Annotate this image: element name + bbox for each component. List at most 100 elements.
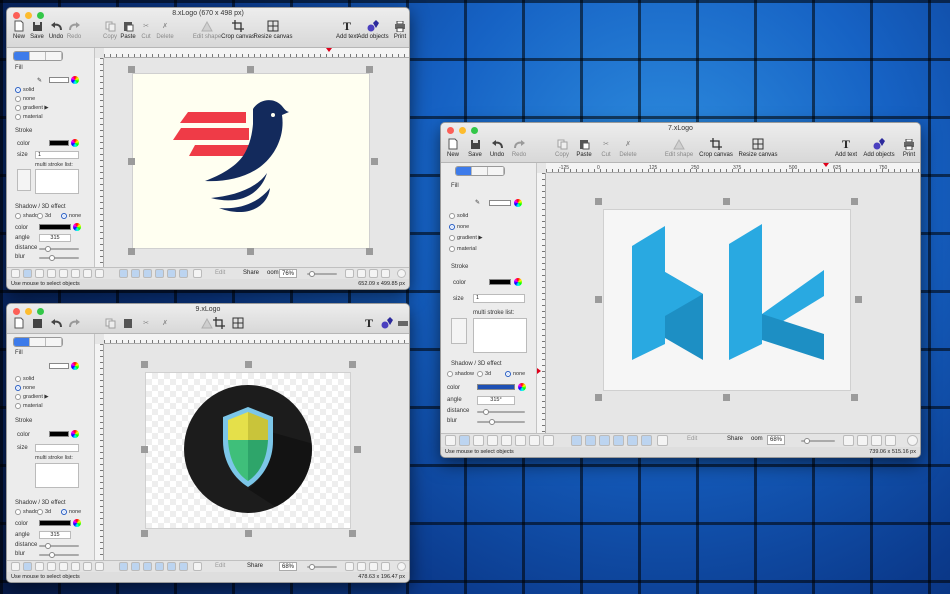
- zoom-in-icon[interactable]: [345, 562, 354, 571]
- zoom-slider[interactable]: [307, 271, 337, 277]
- resize-handle[interactable]: [851, 394, 858, 401]
- canvas-page[interactable]: [603, 209, 851, 391]
- flip-v-tool-icon[interactable]: [95, 562, 104, 571]
- panel-mode-toggle[interactable]: [455, 166, 505, 176]
- grid-tool-icon[interactable]: [487, 435, 498, 446]
- text-tool-icon[interactable]: [11, 562, 20, 571]
- flip-v-tool-icon[interactable]: [95, 269, 104, 278]
- align-tool-icon[interactable]: [71, 562, 80, 571]
- print-button[interactable]: Print: [897, 137, 920, 158]
- 3d-radio[interactable]: 3d: [37, 509, 51, 515]
- edit-button[interactable]: Edit: [687, 436, 697, 442]
- color-wheel-icon[interactable]: [71, 362, 79, 370]
- fill-mode-segment[interactable]: [456, 167, 472, 175]
- resize-handle[interactable]: [595, 198, 602, 205]
- save-button[interactable]: Save: [463, 137, 487, 158]
- add-text-button[interactable]: T Add text: [834, 137, 858, 159]
- path-op-icon[interactable]: [167, 269, 176, 278]
- fill-color-well[interactable]: [49, 77, 69, 83]
- path-op-icon[interactable]: [179, 562, 188, 571]
- panel-mode-toggle[interactable]: [13, 51, 63, 61]
- text-mode-segment[interactable]: [46, 338, 62, 346]
- align-tool-icon[interactable]: [71, 269, 80, 278]
- zoom-in-icon[interactable]: [843, 435, 854, 446]
- color-wheel-icon[interactable]: [73, 223, 81, 231]
- resize-handle[interactable]: [851, 198, 858, 205]
- fill-gradient-radio[interactable]: gradient ▶: [15, 394, 49, 400]
- zoom-fit-icon[interactable]: [357, 562, 366, 571]
- path-op-icon[interactable]: [585, 435, 596, 446]
- path-op-icon[interactable]: [627, 435, 638, 446]
- shadow-color-well[interactable]: [39, 224, 71, 230]
- path-op-icon[interactable]: [571, 435, 582, 446]
- share-button[interactable]: Share: [727, 436, 743, 442]
- zoom-slider[interactable]: [801, 438, 835, 444]
- none-radio[interactable]: none: [61, 509, 81, 515]
- zoom-actual-icon[interactable]: [381, 269, 390, 278]
- fill-material-radio[interactable]: material: [449, 246, 477, 252]
- help-icon[interactable]: [397, 269, 406, 278]
- grid-tool-icon[interactable]: [47, 562, 56, 571]
- blur-slider[interactable]: [477, 419, 525, 425]
- align-tool-icon[interactable]: [515, 435, 526, 446]
- path-op-icon[interactable]: [179, 269, 188, 278]
- 3d-radio[interactable]: 3d: [37, 213, 51, 219]
- stroke-size-field[interactable]: [35, 444, 79, 452]
- resize-canvas-button[interactable]: [226, 316, 250, 330]
- bk-logo[interactable]: [604, 210, 852, 392]
- resize-handle[interactable]: [141, 530, 148, 537]
- select-tool-icon[interactable]: [35, 562, 44, 571]
- grid-tool-icon[interactable]: [47, 269, 56, 278]
- fill-material-radio[interactable]: material: [15, 114, 43, 120]
- undo-button[interactable]: Undo: [485, 137, 509, 158]
- multi-stroke-list[interactable]: [35, 463, 79, 488]
- resize-handle[interactable]: [349, 361, 356, 368]
- fill-none-radio[interactable]: none: [15, 96, 35, 102]
- resize-handle[interactable]: [141, 446, 148, 453]
- select-tool-icon[interactable]: [35, 269, 44, 278]
- text-mode-segment[interactable]: [488, 167, 504, 175]
- stroke-color-well[interactable]: [49, 431, 69, 437]
- path-op-icon[interactable]: [143, 562, 152, 571]
- fill-solid-radio[interactable]: solid: [449, 213, 468, 219]
- resize-handle[interactable]: [366, 66, 373, 73]
- delete-button[interactable]: ✗ Delete: [616, 137, 640, 158]
- flip-tool-icon[interactable]: [529, 435, 540, 446]
- edit-button[interactable]: Edit: [215, 270, 225, 276]
- crop-canvas-button[interactable]: Crop canvas: [221, 19, 255, 40]
- fill-mode-segment[interactable]: [14, 52, 30, 60]
- resize-handle[interactable]: [595, 394, 602, 401]
- resize-handle[interactable]: [141, 361, 148, 368]
- resize-handle[interactable]: [366, 248, 373, 255]
- canvas-area[interactable]: [95, 48, 409, 267]
- redo-button[interactable]: [62, 316, 86, 330]
- fill-gradient-radio[interactable]: gradient ▶: [449, 235, 483, 241]
- path-op-icon[interactable]: [143, 269, 152, 278]
- add-objects-button[interactable]: Add objects: [357, 19, 389, 40]
- angle-field[interactable]: 315°: [477, 396, 515, 405]
- fill-material-radio[interactable]: material: [15, 403, 43, 409]
- edit-button[interactable]: Edit: [215, 563, 225, 569]
- add-text-button[interactable]: T Add text: [335, 19, 359, 41]
- stroke-color-well[interactable]: [49, 140, 69, 146]
- resize-handle[interactable]: [247, 66, 254, 73]
- path-op-icon[interactable]: [155, 562, 164, 571]
- text-tool-icon[interactable]: [11, 269, 20, 278]
- path-op-icon[interactable]: [155, 269, 164, 278]
- resize-handle[interactable]: [371, 158, 378, 165]
- blur-slider[interactable]: [39, 552, 79, 558]
- fill-mode-segment[interactable]: [14, 338, 30, 346]
- print-button[interactable]: Print: [388, 19, 409, 40]
- zoom-select[interactable]: 68%: [279, 562, 298, 571]
- shadow-color-well[interactable]: [39, 520, 71, 526]
- shield-logo[interactable]: [146, 373, 352, 530]
- eyedropper-icon[interactable]: ✎: [475, 199, 480, 206]
- angle-field[interactable]: 315: [39, 531, 71, 539]
- canvas-page[interactable]: [132, 73, 370, 249]
- cut-button[interactable]: ✂ Cut: [594, 137, 618, 158]
- angle-field[interactable]: 315: [39, 234, 71, 242]
- color-wheel-icon[interactable]: [71, 139, 79, 147]
- resize-handle[interactable]: [354, 446, 361, 453]
- add-objects-button[interactable]: Add objects: [863, 137, 895, 158]
- text-mode-segment[interactable]: [46, 52, 62, 60]
